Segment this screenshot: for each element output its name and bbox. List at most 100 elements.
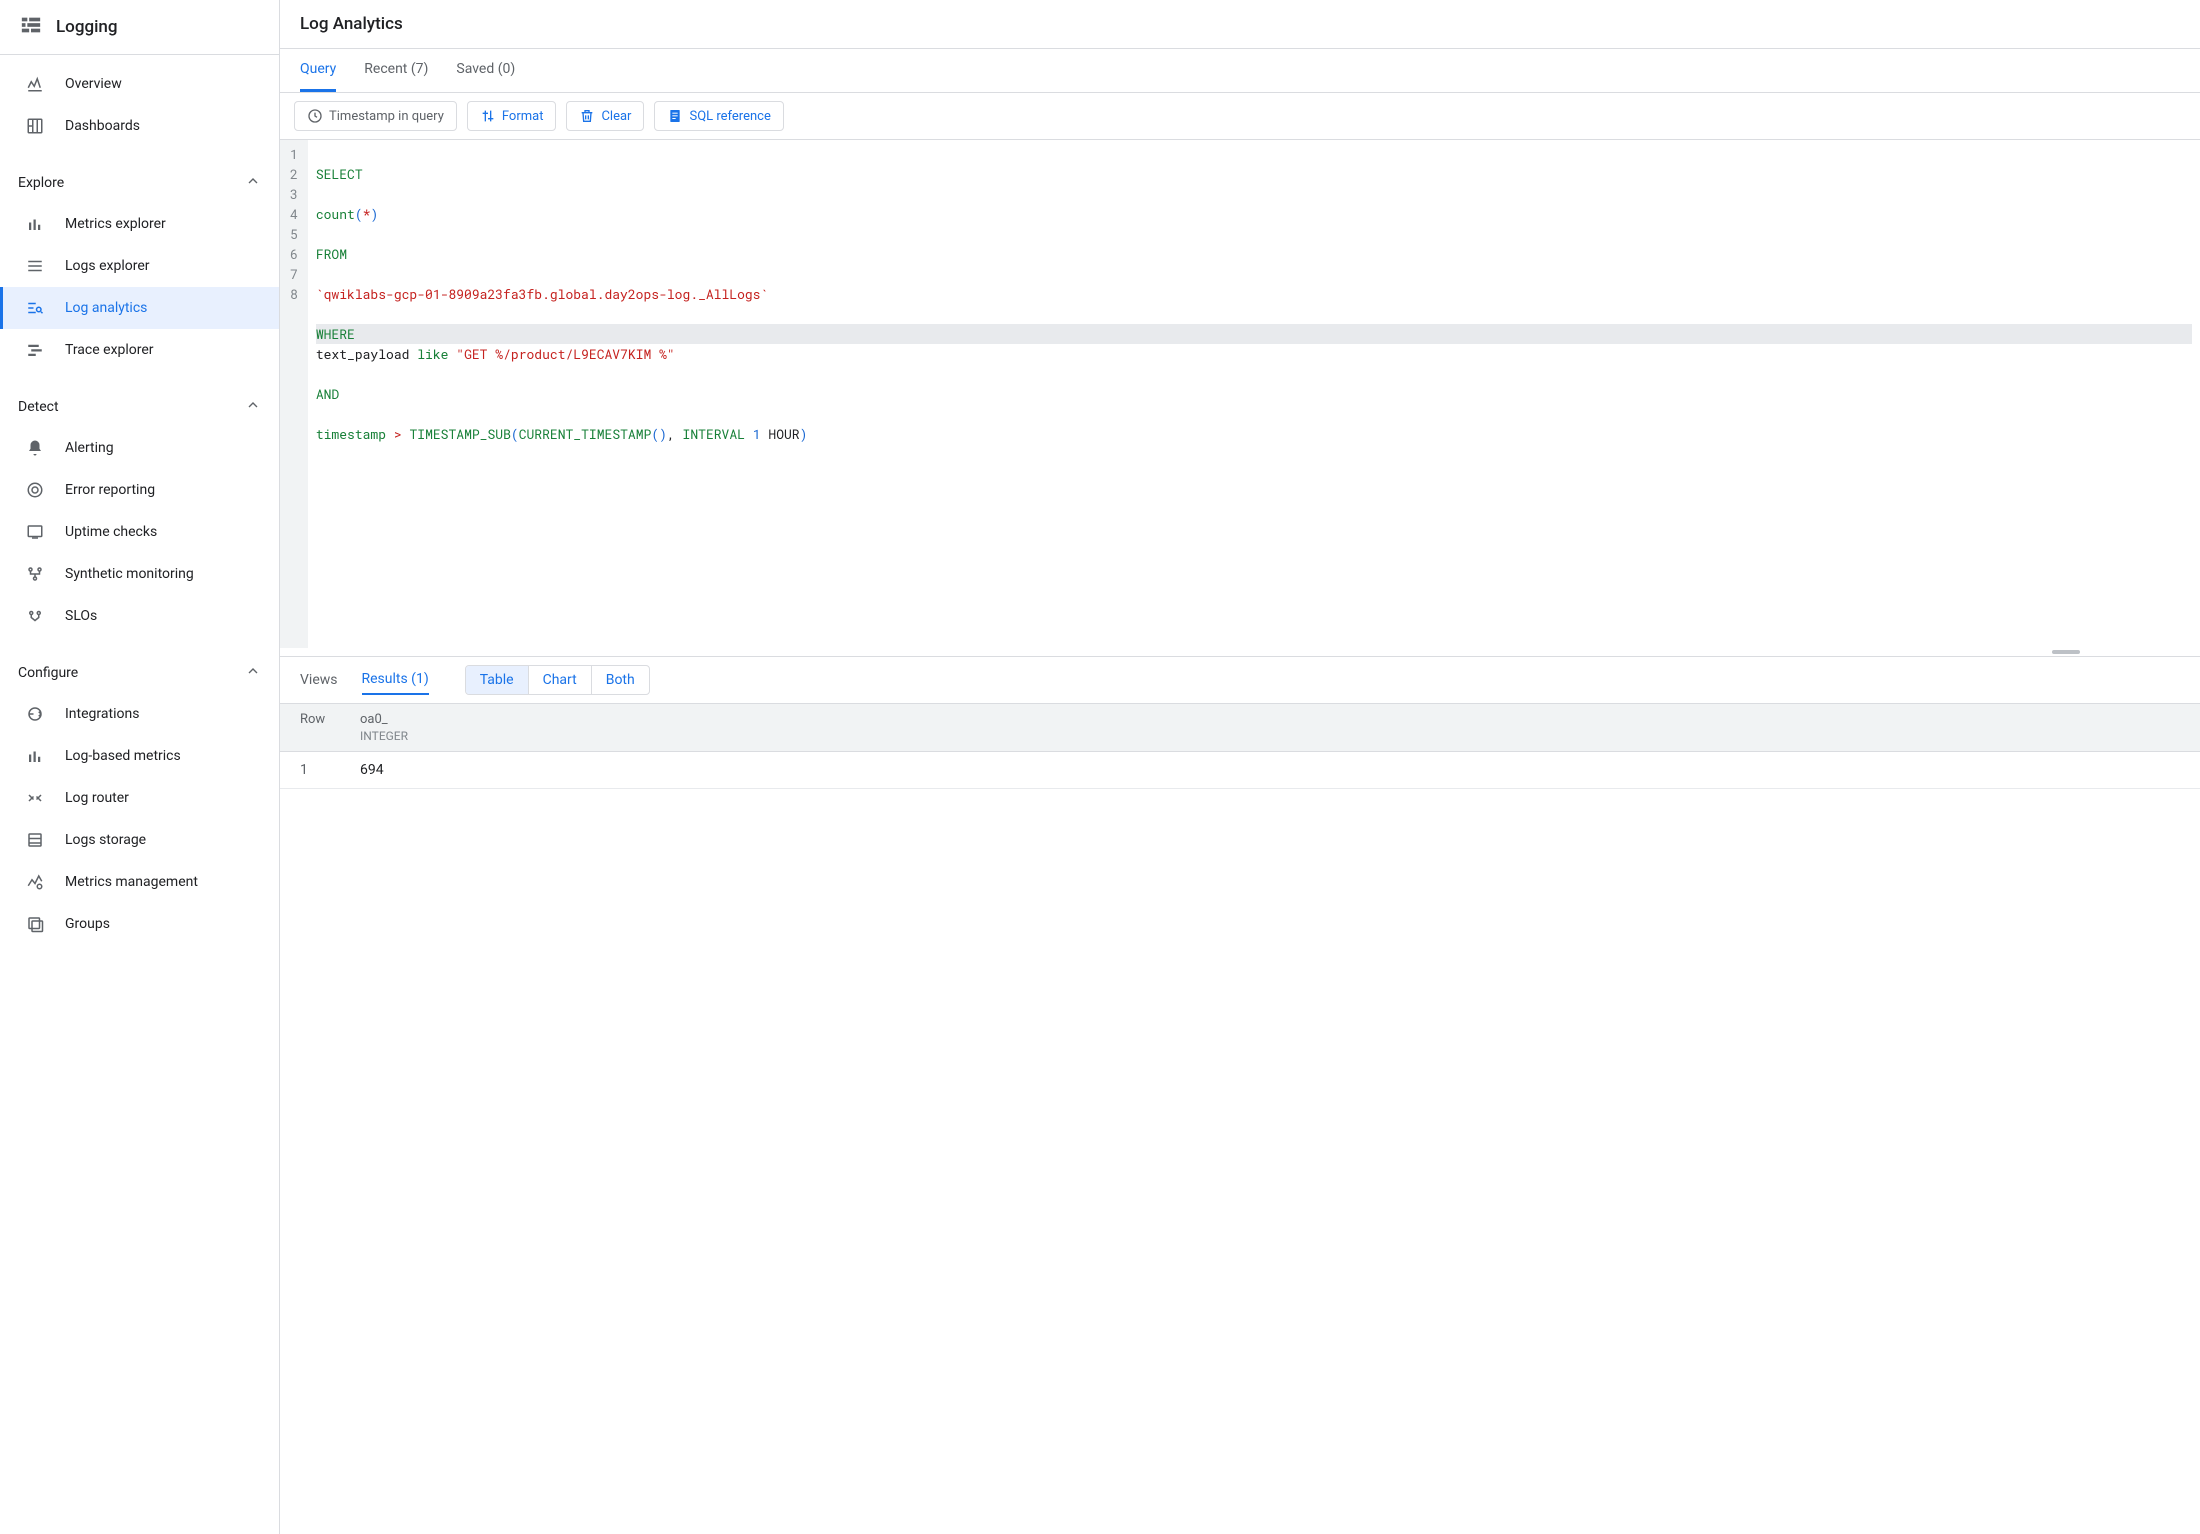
- sidebar-header: Logging: [0, 0, 279, 55]
- sidebar-item-logs-explorer[interactable]: Logs explorer: [0, 245, 279, 287]
- nav-label: Logs storage: [65, 832, 146, 848]
- nav-label: Integrations: [65, 706, 139, 722]
- btn-label: Timestamp in query: [329, 109, 444, 124]
- clear-button[interactable]: Clear: [566, 101, 644, 131]
- main: Log Analytics Query Recent (7) Saved (0)…: [280, 0, 2200, 1534]
- group-label: Explore: [18, 175, 64, 191]
- uptime-icon: [25, 523, 45, 541]
- nav-label: SLOs: [65, 608, 97, 624]
- timestamp-button[interactable]: Timestamp in query: [294, 101, 457, 131]
- chevron-up-icon: [245, 397, 261, 417]
- btn-label: Format: [502, 109, 544, 124]
- bars-icon: [25, 747, 45, 765]
- sidebar-item-groups[interactable]: Groups: [0, 903, 279, 945]
- tab-views[interactable]: Views: [300, 666, 338, 694]
- sidebar-item-logs-storage[interactable]: Logs storage: [0, 819, 279, 861]
- sidebar-item-integrations[interactable]: Integrations: [0, 693, 279, 735]
- trace-icon: [25, 341, 45, 359]
- sidebar-item-synthetic-monitoring[interactable]: Synthetic monitoring: [0, 553, 279, 595]
- col-0: oa0_ INTEGER: [360, 712, 408, 743]
- nav-label: Log analytics: [65, 300, 147, 316]
- results-bar: Views Results (1) Table Chart Both: [280, 656, 2200, 704]
- metrics-mgmt-icon: [25, 873, 45, 891]
- format-icon: [480, 108, 496, 124]
- nav-label: Log router: [65, 790, 129, 806]
- sidebar-item-alerting[interactable]: Alerting: [0, 427, 279, 469]
- dashboards-icon: [25, 117, 45, 135]
- col-row: Row: [300, 712, 360, 743]
- page-title: Log Analytics: [300, 14, 2180, 34]
- tab-query[interactable]: Query: [300, 49, 336, 92]
- trash-icon: [579, 108, 595, 124]
- view-chart[interactable]: Chart: [529, 666, 592, 694]
- nav-label: Synthetic monitoring: [65, 566, 194, 582]
- table-header: Row oa0_ INTEGER: [280, 704, 2200, 752]
- clock-icon: [307, 108, 323, 124]
- results-table: Row oa0_ INTEGER 1 694: [280, 704, 2200, 789]
- resize-handle[interactable]: [280, 648, 2200, 656]
- error-icon: [25, 481, 45, 499]
- integrations-icon: [25, 705, 45, 723]
- query-editor[interactable]: 1 2 3 4 5 6 7 8 SELECT count(*) FROM `qw…: [280, 139, 2200, 648]
- sidebar-title: Logging: [56, 17, 118, 37]
- sidebar-item-error-reporting[interactable]: Error reporting: [0, 469, 279, 511]
- overview-icon: [25, 75, 45, 93]
- slos-icon: [25, 607, 45, 625]
- sidebar-item-overview[interactable]: Overview: [0, 63, 279, 105]
- lines-icon: [25, 257, 45, 275]
- sidebar-item-log-router[interactable]: Log router: [0, 777, 279, 819]
- group-label: Configure: [18, 665, 78, 681]
- storage-icon: [25, 831, 45, 849]
- sidebar-item-log-based-metrics[interactable]: Log-based metrics: [0, 735, 279, 777]
- group-label: Detect: [18, 399, 59, 415]
- sql-reference-button[interactable]: SQL reference: [654, 101, 783, 131]
- sidebar-item-metrics-explorer[interactable]: Metrics explorer: [0, 203, 279, 245]
- nav-label: Dashboards: [65, 118, 140, 134]
- sidebar: Logging Overview Dashboards Explore Metr…: [0, 0, 280, 1534]
- nav-label: Error reporting: [65, 482, 155, 498]
- cell-value: 694: [360, 762, 384, 778]
- tab-saved[interactable]: Saved (0): [456, 49, 515, 92]
- table-row[interactable]: 1 694: [280, 752, 2200, 789]
- nav-group-detect[interactable]: Detect: [0, 387, 279, 427]
- search-lines-icon: [25, 299, 45, 317]
- nav-label: Alerting: [65, 440, 114, 456]
- view-table[interactable]: Table: [466, 666, 529, 694]
- code-area[interactable]: SELECT count(*) FROM `qwiklabs-gcp-01-89…: [308, 140, 2200, 648]
- cell-rownum: 1: [300, 762, 360, 778]
- nav-label: Logs explorer: [65, 258, 150, 274]
- sidebar-item-log-analytics[interactable]: Log analytics: [0, 287, 279, 329]
- query-tabs: Query Recent (7) Saved (0): [280, 49, 2200, 93]
- tab-results[interactable]: Results (1): [362, 665, 429, 695]
- chevron-up-icon: [245, 663, 261, 683]
- sidebar-item-slos[interactable]: SLOs: [0, 595, 279, 637]
- router-icon: [25, 789, 45, 807]
- view-toggle: Table Chart Both: [465, 665, 650, 695]
- nav-label: Groups: [65, 916, 110, 932]
- format-button[interactable]: Format: [467, 101, 557, 131]
- bell-icon: [25, 439, 45, 457]
- sidebar-item-metrics-management[interactable]: Metrics management: [0, 861, 279, 903]
- nav-label: Overview: [65, 76, 122, 92]
- nav-label: Log-based metrics: [65, 748, 181, 764]
- toolbar: Timestamp in query Format Clear SQL refe…: [280, 93, 2200, 139]
- chevron-up-icon: [245, 173, 261, 193]
- nav-group-explore[interactable]: Explore: [0, 163, 279, 203]
- btn-label: Clear: [601, 109, 631, 124]
- tab-recent[interactable]: Recent (7): [364, 49, 428, 92]
- nav-group-configure[interactable]: Configure: [0, 653, 279, 693]
- page-header: Log Analytics: [280, 0, 2200, 49]
- doc-icon: [667, 108, 683, 124]
- sidebar-item-uptime-checks[interactable]: Uptime checks: [0, 511, 279, 553]
- nav-label: Uptime checks: [65, 524, 157, 540]
- logging-icon: [20, 14, 42, 40]
- nav-label: Metrics management: [65, 874, 198, 890]
- bars-icon: [25, 215, 45, 233]
- btn-label: SQL reference: [689, 109, 770, 124]
- sidebar-item-dashboards[interactable]: Dashboards: [0, 105, 279, 147]
- view-both[interactable]: Both: [592, 666, 649, 694]
- synthetic-icon: [25, 565, 45, 583]
- sidebar-item-trace-explorer[interactable]: Trace explorer: [0, 329, 279, 371]
- nav-label: Metrics explorer: [65, 216, 166, 232]
- groups-icon: [25, 915, 45, 933]
